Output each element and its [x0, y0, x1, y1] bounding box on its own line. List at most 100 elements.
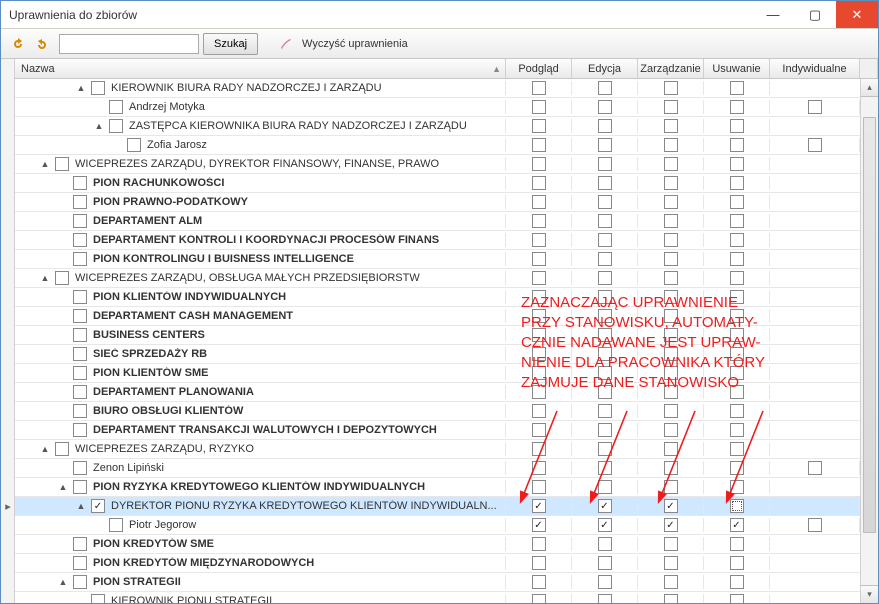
delete-checkbox[interactable] [730, 575, 744, 589]
preview-checkbox[interactable] [532, 214, 546, 228]
manage-checkbox[interactable] [664, 594, 678, 603]
clear-permissions-button[interactable]: Wyczyść uprawnienia [302, 38, 408, 50]
edit-checkbox[interactable] [598, 252, 612, 266]
manage-checkbox[interactable] [664, 195, 678, 209]
edit-checkbox[interactable] [598, 328, 612, 342]
preview-checkbox[interactable] [532, 461, 546, 475]
preview-checkbox[interactable] [532, 518, 546, 532]
table-row[interactable]: ▲ZASTĘPCA KIEROWNIKA BIURA RADY NADZORCZ… [15, 117, 878, 136]
table-row[interactable]: PION KONTROLINGU I BUISNESS INTELLIGENCE [15, 250, 878, 269]
manage-checkbox[interactable] [664, 385, 678, 399]
row-checkbox[interactable] [73, 385, 87, 399]
table-row[interactable]: DEPARTAMENT KONTROLI I KOORDYNACJI PROCE… [15, 231, 878, 250]
manage-checkbox[interactable] [664, 119, 678, 133]
vertical-scrollbar[interactable]: ▴ ▾ [860, 79, 878, 603]
row-checkbox[interactable] [109, 100, 123, 114]
preview-checkbox[interactable] [532, 575, 546, 589]
brush-icon[interactable] [276, 33, 298, 55]
manage-checkbox[interactable] [664, 309, 678, 323]
edit-checkbox[interactable] [598, 176, 612, 190]
manage-checkbox[interactable] [664, 81, 678, 95]
row-checkbox[interactable] [91, 594, 105, 603]
row-checkbox[interactable] [73, 309, 87, 323]
delete-checkbox[interactable] [730, 309, 744, 323]
table-row[interactable]: Zenon Lipiński [15, 459, 878, 478]
manage-checkbox[interactable] [664, 423, 678, 437]
edit-checkbox[interactable] [598, 423, 612, 437]
delete-checkbox[interactable] [730, 480, 744, 494]
table-row[interactable]: ▲KIEROWNIK BIURA RADY NADZORCZEJ I ZARZĄ… [15, 79, 878, 98]
manage-checkbox[interactable] [664, 461, 678, 475]
preview-checkbox[interactable] [532, 537, 546, 551]
manage-checkbox[interactable] [664, 575, 678, 589]
delete-checkbox[interactable] [730, 347, 744, 361]
preview-checkbox[interactable] [532, 328, 546, 342]
edit-checkbox[interactable] [598, 366, 612, 380]
manage-checkbox[interactable] [664, 176, 678, 190]
scroll-up-button[interactable]: ▴ [861, 79, 878, 97]
row-checkbox[interactable] [73, 214, 87, 228]
manage-checkbox[interactable] [664, 214, 678, 228]
delete-checkbox[interactable] [730, 461, 744, 475]
row-checkbox[interactable] [73, 252, 87, 266]
preview-checkbox[interactable] [532, 423, 546, 437]
search-button[interactable]: Szukaj [203, 33, 258, 55]
row-checkbox[interactable] [73, 290, 87, 304]
table-row[interactable]: DEPARTAMENT CASH MANAGEMENT [15, 307, 878, 326]
undo-icon[interactable] [33, 33, 55, 55]
row-checkbox[interactable] [73, 575, 87, 589]
row-checkbox[interactable] [73, 328, 87, 342]
preview-checkbox[interactable] [532, 176, 546, 190]
manage-checkbox[interactable] [664, 537, 678, 551]
row-checkbox[interactable] [109, 518, 123, 532]
delete-checkbox[interactable] [730, 176, 744, 190]
edit-checkbox[interactable] [598, 233, 612, 247]
delete-checkbox[interactable] [730, 138, 744, 152]
preview-checkbox[interactable] [532, 442, 546, 456]
edit-checkbox[interactable] [598, 480, 612, 494]
row-checkbox[interactable] [73, 233, 87, 247]
manage-checkbox[interactable] [664, 328, 678, 342]
preview-checkbox[interactable] [532, 100, 546, 114]
preview-checkbox[interactable] [532, 594, 546, 603]
edit-checkbox[interactable] [598, 461, 612, 475]
row-checkbox[interactable] [73, 480, 87, 494]
delete-checkbox[interactable] [730, 252, 744, 266]
edit-checkbox[interactable] [598, 214, 612, 228]
edit-checkbox[interactable] [598, 518, 612, 532]
edit-checkbox[interactable] [598, 385, 612, 399]
manage-checkbox[interactable] [664, 499, 678, 513]
table-row[interactable]: KIEROWNIK PIONU STRATEGII [15, 592, 878, 603]
preview-checkbox[interactable] [532, 347, 546, 361]
collapse-icon[interactable]: ▲ [75, 82, 87, 94]
edit-checkbox[interactable] [598, 442, 612, 456]
delete-checkbox[interactable] [730, 594, 744, 603]
edit-checkbox[interactable] [598, 575, 612, 589]
table-row[interactable]: ▲WICEPREZES ZARZĄDU, RYZYKO [15, 440, 878, 459]
table-row[interactable]: BUSINESS CENTERS [15, 326, 878, 345]
table-row[interactable]: DEPARTAMENT PLANOWANIA [15, 383, 878, 402]
collapse-icon[interactable]: ▲ [93, 120, 105, 132]
table-row[interactable]: DEPARTAMENT ALM [15, 212, 878, 231]
delete-checkbox[interactable] [730, 195, 744, 209]
edit-checkbox[interactable] [598, 404, 612, 418]
table-row[interactable]: PION KREDYTÓW MIĘDZYNARODOWYCH [15, 554, 878, 573]
individual-checkbox[interactable] [808, 518, 822, 532]
column-preview[interactable]: Podgląd [506, 59, 572, 78]
manage-checkbox[interactable] [664, 290, 678, 304]
row-checkbox[interactable] [73, 404, 87, 418]
manage-checkbox[interactable] [664, 347, 678, 361]
edit-checkbox[interactable] [598, 556, 612, 570]
row-checkbox[interactable] [73, 366, 87, 380]
table-row[interactable]: PION KLIENTÓW SME [15, 364, 878, 383]
manage-checkbox[interactable] [664, 271, 678, 285]
close-button[interactable]: ✕ [836, 1, 878, 28]
maximize-button[interactable]: ▢ [794, 1, 836, 28]
table-row[interactable]: DEPARTAMENT TRANSAKCJI WALUTOWYCH I DEPO… [15, 421, 878, 440]
minimize-button[interactable]: — [752, 1, 794, 28]
preview-checkbox[interactable] [532, 480, 546, 494]
preview-checkbox[interactable] [532, 195, 546, 209]
preview-checkbox[interactable] [532, 556, 546, 570]
collapse-icon[interactable]: ▲ [39, 158, 51, 170]
delete-checkbox[interactable] [730, 556, 744, 570]
